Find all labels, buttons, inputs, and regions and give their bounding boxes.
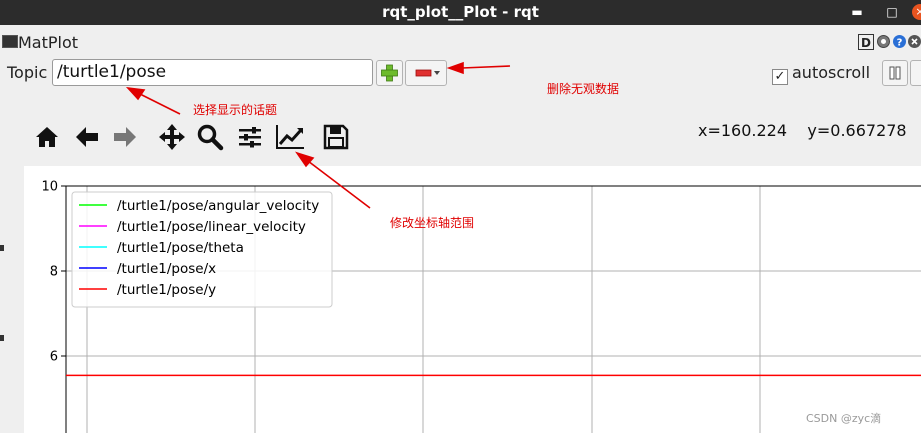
- axis-arrow-head: [295, 151, 315, 168]
- remove-annotation: 删除无观数据: [547, 82, 620, 96]
- remove-arrow-head: [446, 61, 464, 75]
- remove-arrow-line: [461, 65, 511, 69]
- topic-annotation: 选择显示的话题: [193, 103, 278, 117]
- topic-arrow-line: [139, 93, 181, 115]
- axis-arrow-line: [307, 160, 371, 209]
- axis-annotation: 修改坐标轴范围: [390, 216, 475, 230]
- watermark: CSDN @zyc滴: [806, 412, 882, 425]
- topic-arrow-head: [125, 86, 146, 101]
- left-edge-mark: [0, 335, 4, 341]
- left-edge-mark: [0, 245, 4, 251]
